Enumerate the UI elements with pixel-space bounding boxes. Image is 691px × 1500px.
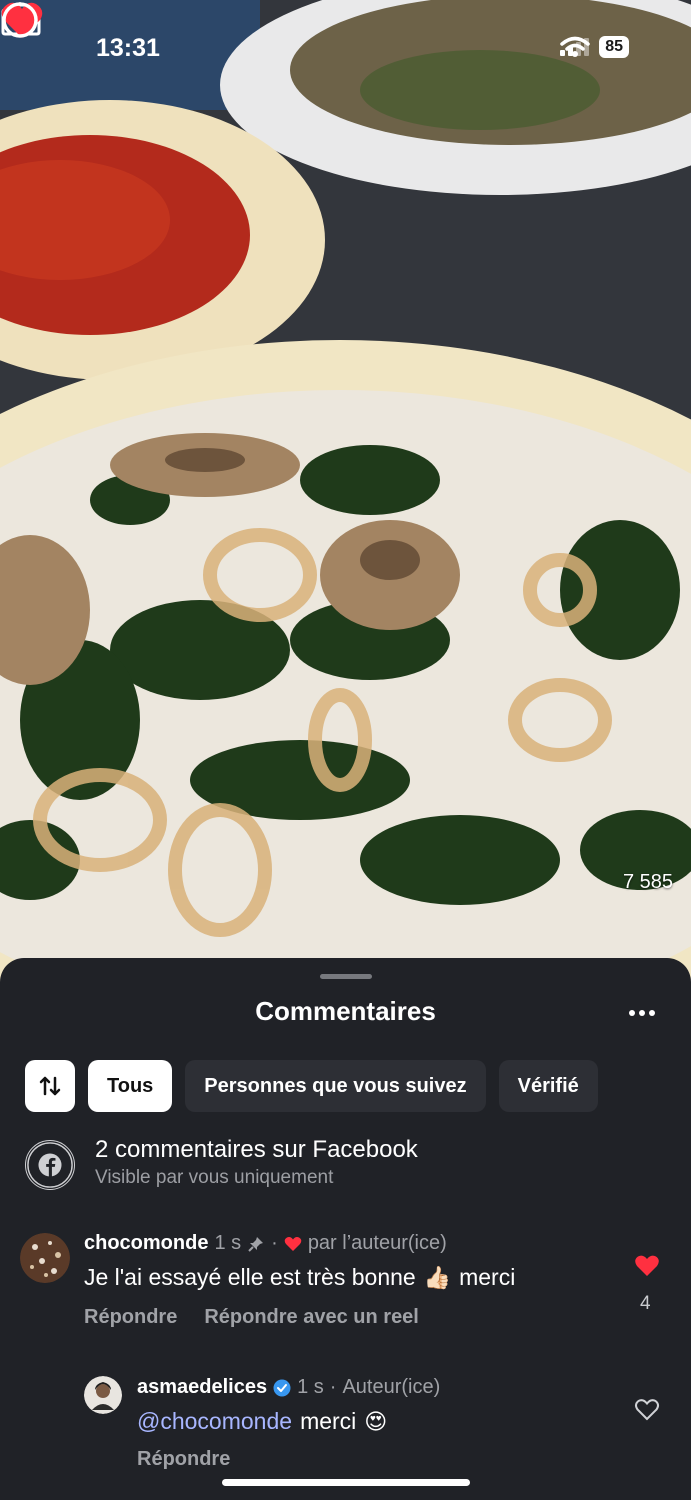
thumbs-up-emoji: 👍🏻 bbox=[423, 1264, 452, 1290]
comment-bubble-icon[interactable] bbox=[0, 0, 40, 40]
home-indicator bbox=[222, 1479, 470, 1486]
filter-following[interactable]: Personnes que vous suivez bbox=[185, 1060, 486, 1112]
facebook-notice-title: 2 commentaires sur Facebook bbox=[95, 1136, 418, 1163]
comment-username[interactable]: asmaedelices bbox=[137, 1376, 267, 1399]
comment-actions: Répondre bbox=[137, 1448, 230, 1471]
sheet-title: Commentaires bbox=[255, 996, 436, 1026]
status-icons: 85 bbox=[560, 36, 629, 58]
wifi-icon bbox=[560, 36, 590, 57]
comment-body: merci bbox=[300, 1408, 357, 1434]
avatar[interactable] bbox=[84, 1376, 122, 1414]
comment-header: chocomonde 1 s · par l’auteur(ice) bbox=[84, 1232, 447, 1255]
facebook-icon bbox=[25, 1140, 75, 1190]
heart-eyes-emoji: 😍 bbox=[364, 1408, 388, 1434]
comment-like-heart-icon[interactable] bbox=[634, 1254, 660, 1278]
verified-badge-icon bbox=[273, 1379, 291, 1396]
avatar[interactable] bbox=[20, 1233, 70, 1283]
author-liked-heart-icon bbox=[284, 1236, 302, 1251]
sort-button[interactable] bbox=[25, 1060, 75, 1112]
pin-icon bbox=[248, 1236, 264, 1252]
reel-video[interactable]: 13:31 85 7 585 bbox=[0, 0, 691, 990]
sort-arrows-icon bbox=[39, 1076, 61, 1096]
reply-button[interactable]: Répondre bbox=[84, 1306, 177, 1329]
reply-with-reel-button[interactable]: Répondre avec un reel bbox=[204, 1306, 419, 1329]
comment-time: 1 s bbox=[297, 1376, 324, 1398]
comment-like-count: 4 bbox=[640, 1293, 651, 1314]
battery-indicator: 85 bbox=[599, 36, 629, 58]
status-time: 13:31 bbox=[96, 34, 160, 62]
author-role-label: Auteur(ice) bbox=[342, 1376, 441, 1398]
comment-text: Je l'ai essayé elle est très bonne 👍🏻 me… bbox=[84, 1264, 515, 1291]
mention-link[interactable]: @chocomonde bbox=[137, 1408, 292, 1435]
comments-sheet: Commentaires Tous Personnes que vous sui… bbox=[0, 958, 691, 1500]
filter-verified[interactable]: Vérifié bbox=[498, 1060, 598, 1112]
sheet-drag-handle[interactable] bbox=[320, 974, 372, 979]
comment-username[interactable]: chocomonde bbox=[84, 1232, 208, 1255]
comment-text: @chocomonde merci 😍 bbox=[137, 1408, 387, 1435]
facebook-comments-notice[interactable]: 2 commentaires sur Facebook Visible par … bbox=[25, 1136, 665, 1194]
comment-actions: Répondre Répondre avec un reel bbox=[84, 1306, 419, 1329]
reel-like-count: 7 585 bbox=[622, 871, 673, 893]
liked-by-author-label: par l’auteur(ice) bbox=[307, 1232, 447, 1254]
more-options-icon[interactable] bbox=[629, 1010, 655, 1016]
comment-body-end: merci bbox=[459, 1264, 516, 1290]
filter-tous[interactable]: Tous bbox=[88, 1060, 173, 1112]
reply-button[interactable]: Répondre bbox=[137, 1448, 230, 1471]
video-frame-illustration bbox=[0, 0, 691, 990]
comment-like-heart-outline-icon[interactable] bbox=[634, 1398, 660, 1422]
comment-filters: Tous Personnes que vous suivez Vérifié bbox=[25, 1060, 598, 1112]
comment-body: Je l'ai essayé elle est très bonne bbox=[84, 1264, 416, 1290]
comment-time: 1 s bbox=[214, 1232, 242, 1254]
comment-header: asmaedelices 1 s · Auteur(ice) bbox=[137, 1376, 441, 1399]
facebook-notice-subtitle: Visible par vous uniquement bbox=[95, 1167, 334, 1188]
